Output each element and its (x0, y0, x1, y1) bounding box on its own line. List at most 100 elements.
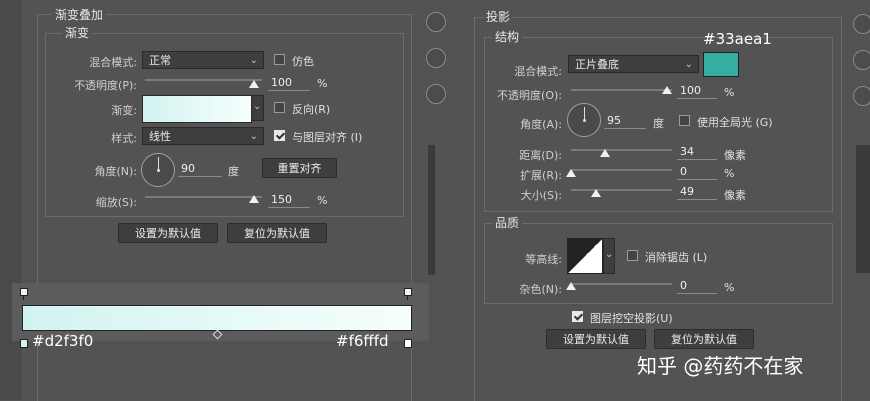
noise-unit: % (724, 281, 735, 294)
align-layer-label: 与图层对齐 (I) (292, 131, 363, 144)
global-light-checkbox[interactable] (679, 115, 690, 126)
gradient-subgroup-title: 渐变 (62, 24, 93, 41)
scrollbar-track[interactable] (856, 145, 870, 273)
opacity-stop-right[interactable] (404, 288, 412, 296)
shadow-color-swatch[interactable] (703, 52, 739, 77)
noise-label: 杂色(N): (519, 283, 562, 296)
gradient-label: 渐变: (111, 104, 137, 117)
panel-round-button[interactable] (853, 14, 870, 34)
noise-field[interactable]: 0 (677, 278, 717, 294)
dither-label: 仿色 (292, 55, 314, 68)
blend-mode-select[interactable]: 正常 ⌄ (142, 51, 264, 69)
distance-slider-thumb[interactable] (600, 149, 610, 157)
reset-default-button[interactable]: 复位为默认值 (227, 223, 327, 243)
distance-slider-track[interactable] (571, 149, 672, 151)
color-stop-right[interactable] (404, 339, 412, 348)
shadow-blend-mode-select[interactable]: 正片叠底 ⌄ (568, 55, 699, 73)
distance-field[interactable]: 34 (677, 144, 717, 160)
size-slider-thumb[interactable] (591, 189, 601, 197)
shadow-opacity-label: 不透明度(O): (497, 89, 562, 102)
set-default-button[interactable]: 设置为默认值 (118, 223, 218, 243)
size-field[interactable]: 49 (677, 184, 717, 200)
shadow-set-default-button[interactable]: 设置为默认值 (546, 329, 646, 349)
opacity-label: 不透明度(P): (74, 79, 137, 92)
shadow-angle-field[interactable]: 95 (604, 113, 646, 129)
opacity-unit: % (317, 77, 328, 90)
spread-slider-thumb[interactable] (566, 169, 576, 177)
chevron-down-icon: ⌄ (605, 249, 614, 260)
chevron-down-icon: ⌄ (249, 55, 258, 66)
opacity-slider-thumb[interactable] (249, 80, 259, 88)
shadow-reset-default-button[interactable]: 复位为默认值 (654, 329, 754, 349)
knockout-label: 图层挖空投影(U) (590, 312, 673, 325)
shadow-opacity-slider-track[interactable] (571, 89, 672, 91)
opacity-slider-track[interactable] (145, 79, 262, 81)
distance-unit: 像素 (724, 149, 746, 162)
shadow-color-label: #33aea1 (703, 30, 772, 48)
reverse-label: 反向(R) (292, 103, 331, 116)
left-color-label: #d2f3f0 (32, 332, 94, 350)
gradient-dropdown[interactable]: ⌄ (251, 95, 264, 121)
quality-title: 品质 (492, 214, 523, 231)
scale-field[interactable]: 150 (268, 192, 310, 208)
color-stop-left[interactable] (20, 339, 28, 348)
right-color-label: #f6fffd (336, 332, 389, 350)
shadow-opacity-unit: % (724, 86, 735, 99)
gradient-overlay-title: 渐变叠加 (52, 6, 107, 23)
gradient-swatch[interactable] (142, 95, 252, 123)
shadow-angle-unit: 度 (653, 117, 664, 130)
panel-round-button[interactable] (426, 48, 446, 68)
noise-slider-thumb[interactable] (566, 282, 576, 290)
chevron-down-icon: ⌄ (249, 131, 258, 142)
anti-alias-label: 消除锯齿 (L) (645, 251, 708, 264)
scrollbar-track[interactable] (428, 145, 435, 275)
shadow-opacity-field[interactable]: 100 (677, 83, 717, 99)
gradient-bar[interactable] (22, 305, 412, 331)
dither-checkbox[interactable] (274, 54, 285, 65)
opacity-stop-left[interactable] (20, 288, 28, 296)
shadow-opacity-slider-thumb[interactable] (662, 86, 672, 94)
blend-mode-label: 混合模式: (89, 56, 137, 69)
scale-unit: % (317, 194, 328, 207)
size-slider-track[interactable] (571, 189, 672, 191)
panel-round-button[interactable] (853, 50, 870, 70)
scale-slider-thumb[interactable] (249, 195, 259, 203)
opacity-stop-right-stem (407, 296, 408, 300)
size-label: 大小(S): (520, 189, 562, 202)
blend-mode-value: 正常 (149, 54, 171, 67)
panel-round-button[interactable] (853, 86, 870, 106)
size-unit: 像素 (724, 189, 746, 202)
watermark: 知乎 @药药不在家 (637, 354, 804, 378)
scale-slider-track[interactable] (145, 196, 262, 198)
spread-slider-track[interactable] (571, 169, 672, 171)
global-light-label: 使用全局光 (G) (697, 116, 773, 129)
angle-label: 角度(N): (94, 165, 137, 178)
reverse-checkbox[interactable] (274, 102, 285, 113)
opacity-field[interactable]: 100 (268, 75, 310, 91)
style-value: 线性 (149, 130, 171, 143)
noise-slider-track[interactable] (571, 283, 672, 285)
spread-label: 扩展(R): (520, 169, 562, 182)
panel-round-button[interactable] (426, 84, 446, 104)
angle-dial-center (157, 169, 160, 172)
scale-label: 缩放(S): (95, 196, 137, 209)
spread-field[interactable]: 0 (677, 164, 717, 180)
anti-alias-checkbox[interactable] (627, 250, 638, 261)
align-layer-checkbox[interactable] (274, 130, 285, 141)
contour-preview[interactable] (567, 238, 603, 274)
shadow-angle-dial[interactable] (567, 103, 601, 137)
contour-dropdown[interactable]: ⌄ (603, 238, 615, 274)
structure-title: 结构 (492, 28, 523, 45)
spread-unit: % (724, 167, 735, 180)
style-label: 样式: (111, 132, 137, 145)
reset-align-button[interactable]: 重置对齐 (262, 158, 337, 178)
shadow-blend-mode-value: 正片叠底 (575, 58, 619, 71)
panel-round-button[interactable] (426, 12, 446, 32)
style-select[interactable]: 线性 ⌄ (142, 127, 264, 145)
angle-field[interactable]: 90 (178, 161, 222, 177)
angle-dial[interactable] (141, 153, 175, 187)
knockout-checkbox[interactable] (572, 311, 583, 322)
chevron-down-icon: ⌄ (684, 59, 693, 70)
drop-shadow-title: 投影 (483, 8, 514, 25)
shadow-blend-mode-label: 混合模式: (514, 65, 562, 78)
